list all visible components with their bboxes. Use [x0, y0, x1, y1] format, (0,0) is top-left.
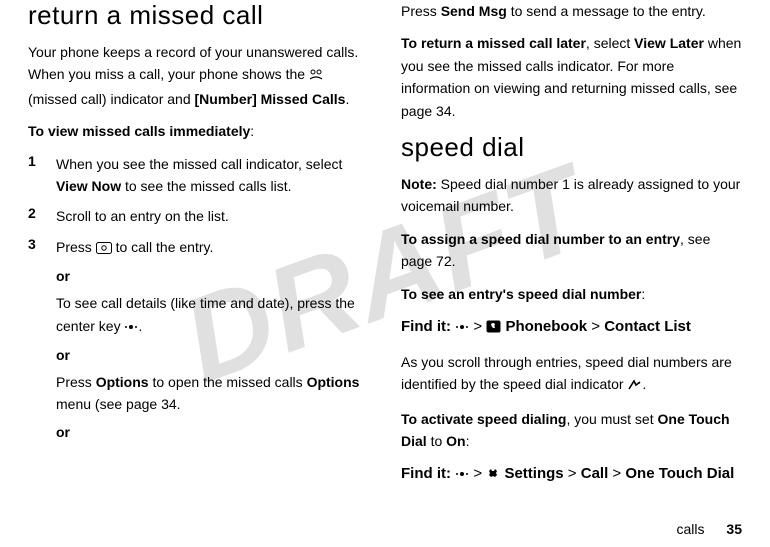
step-number: 1 [28, 153, 42, 198]
text: (missed call) indicator and [28, 91, 195, 107]
right-column: Press Send Msg to send a message to the … [401, 0, 742, 539]
text: > [564, 465, 581, 482]
activate-paragraph: To activate speed dialing, you must set … [401, 408, 742, 453]
text: to send a message to the entry. [507, 3, 706, 19]
scroll-paragraph: As you scroll through entries, speed dia… [401, 351, 742, 398]
text: To see call details (like time and date)… [56, 295, 355, 333]
text: . [345, 91, 349, 107]
sendmsg-paragraph: Press Send Msg to send a message to the … [401, 0, 742, 22]
text: Press [56, 374, 96, 390]
text: To return a missed call later [401, 35, 586, 51]
left-column: return a missed call Your phone keeps a … [28, 0, 369, 539]
note-paragraph: Note: Speed dial number 1 is already ass… [401, 173, 742, 218]
detail-paragraph: To see call details (like time and date)… [56, 292, 369, 339]
one-touch-dial-label: One Touch Dial [625, 465, 734, 482]
phonebook-icon [486, 317, 501, 341]
view-later-label: View Later [634, 35, 704, 51]
or-divider: or [56, 268, 369, 284]
call-label: Call [581, 465, 609, 482]
view-now-label: View Now [56, 178, 121, 194]
send-key-icon [96, 238, 112, 260]
find-it-phonebook: Find it: > Phonebook > Contact List [401, 315, 742, 341]
on-label: On [446, 433, 465, 449]
step-number: 2 [28, 205, 42, 227]
text: Speed dial number 1 is already assigned … [401, 176, 740, 214]
text: to see the missed calls list. [121, 178, 291, 194]
missed-call-icon [309, 65, 323, 87]
view-immediately-label: To view missed calls immediately: [28, 120, 369, 142]
options-label: Options [307, 374, 360, 390]
intro-paragraph: Your phone keeps a record of your unansw… [28, 41, 369, 110]
text: menu (see page 34. [56, 396, 181, 412]
step-2: 2 Scroll to an entry on the list. [28, 205, 369, 227]
text: : [466, 433, 470, 449]
text: . [138, 318, 142, 334]
step-body: Press to call the entry. [56, 236, 369, 260]
find-it-label: Find it: [401, 318, 451, 335]
text: to call the entry. [112, 239, 214, 255]
step-body: When you see the missed call indicator, … [56, 153, 369, 198]
text: . [642, 376, 646, 392]
see-speed-dial-label: To see an entry's speed dial number: [401, 283, 742, 305]
text: To view missed calls immediately [28, 123, 250, 139]
step-body: Scroll to an entry on the list. [56, 205, 369, 227]
settings-label: Settings [504, 465, 563, 482]
text: To activate speed dialing [401, 411, 566, 427]
text: To assign a speed dial number to an entr… [401, 231, 680, 247]
text: Press [56, 239, 96, 255]
text: to [427, 433, 446, 449]
options-label: Options [96, 374, 149, 390]
text: to open the missed calls [149, 374, 307, 390]
or-divider: or [56, 347, 369, 363]
phonebook-label: Phonebook [505, 318, 587, 335]
find-it-settings: Find it: > Settings > Call > One Touch D… [401, 462, 742, 488]
text: > [469, 465, 486, 482]
text: , select [586, 35, 634, 51]
or-divider: or [56, 424, 369, 440]
find-it-label: Find it: [401, 465, 451, 482]
assign-paragraph: To assign a speed dial number to an entr… [401, 228, 742, 273]
center-key-icon [455, 464, 469, 488]
center-key-icon [124, 317, 138, 339]
heading-speed-dial: speed dial [401, 132, 742, 163]
text: When you see the missed call indicator, … [56, 156, 342, 172]
page-content: return a missed call Your phone keeps a … [0, 0, 770, 547]
text: As you scroll through entries, speed dia… [401, 354, 732, 392]
send-msg-label: Send Msg [441, 3, 507, 19]
text: > [608, 465, 625, 482]
step-3: 3 Press to call the entry. [28, 236, 369, 260]
text: > [469, 318, 486, 335]
heading-return-missed-call: return a missed call [28, 0, 369, 31]
return-later-paragraph: To return a missed call later, select Vi… [401, 32, 742, 122]
missed-calls-tag: [Number] Missed Calls [195, 91, 346, 107]
contact-list-label: Contact List [604, 318, 691, 335]
step-1: 1 When you see the missed call indicator… [28, 153, 369, 198]
text: Press [401, 3, 441, 19]
options-paragraph: Press Options to open the missed calls O… [56, 371, 369, 416]
center-key-icon [455, 317, 469, 341]
text: > [587, 318, 604, 335]
settings-icon [486, 464, 500, 488]
note-label: Note: [401, 176, 437, 192]
speed-dial-icon [627, 375, 642, 397]
text: , you must set [566, 411, 657, 427]
text: To see an entry's speed dial number [401, 286, 641, 302]
step-number: 3 [28, 236, 42, 260]
